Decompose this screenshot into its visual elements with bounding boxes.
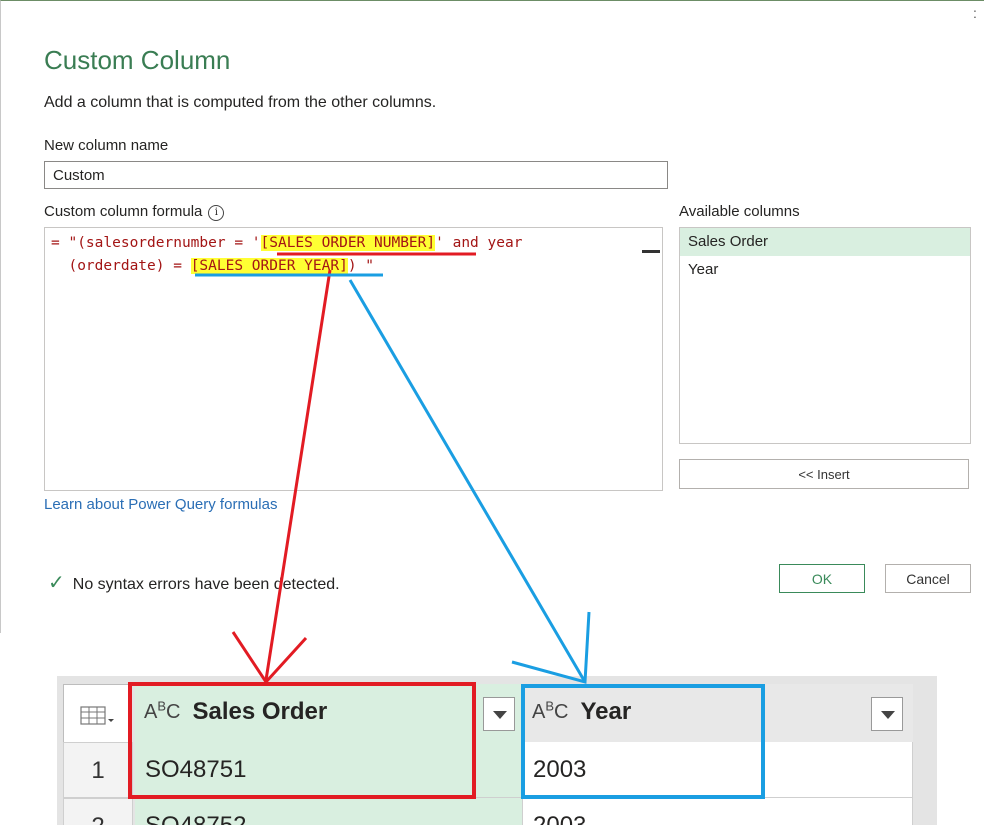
column-header-label: Sales Order — [192, 698, 328, 725]
available-columns-label: Available columns — [679, 203, 800, 220]
dialog-title: Custom Column — [44, 45, 231, 75]
available-column-sales-order[interactable]: Sales Order — [680, 228, 970, 256]
formula-line1-mid: ' and year — [435, 235, 523, 251]
cell-sales-order[interactable]: SO48752 — [135, 798, 523, 825]
formula-label-row: Custom column formula i — [44, 203, 225, 221]
check-icon: ✓ — [48, 572, 65, 594]
table-row[interactable]: 2 SO48752 2003 — [63, 798, 913, 825]
red-arrowhead — [231, 631, 308, 685]
status-text: No syntax errors have been detected. — [72, 576, 340, 593]
custom-column-dialog: : Custom Column Add a column that is com… — [0, 0, 984, 633]
column-header-sales-order[interactable]: ABC Sales Order — [135, 684, 523, 749]
cell-year[interactable]: 2003 — [523, 742, 913, 798]
editor-scrollbar[interactable] — [642, 250, 660, 253]
text-type-icon[interactable]: ABC — [144, 698, 180, 723]
table-menu-icon[interactable] — [63, 684, 132, 744]
filter-dropdown-icon[interactable] — [483, 697, 515, 731]
close-icon[interactable]: : — [973, 5, 977, 21]
ok-button[interactable]: OK — [779, 564, 865, 593]
formula-line2-prefix: (orderdate) = — [51, 258, 191, 274]
formula-text[interactable]: = "(salesordernumber = '[SALES ORDER NUM… — [51, 232, 522, 278]
formula-line2-suffix: ) " — [347, 258, 375, 274]
column-header-year[interactable]: ABC Year — [523, 684, 913, 749]
formula-line1-prefix: = "(salesordernumber = ' — [51, 235, 261, 251]
row-number[interactable]: 1 — [63, 742, 133, 798]
table-grid-icon — [80, 706, 114, 725]
available-column-year[interactable]: Year — [680, 256, 970, 284]
row-number[interactable]: 2 — [63, 798, 133, 825]
cancel-button[interactable]: Cancel — [885, 564, 971, 593]
info-icon[interactable]: i — [208, 205, 225, 221]
new-column-name-label: New column name — [44, 137, 169, 154]
available-columns-list[interactable]: Sales Order Year — [679, 227, 971, 444]
syntax-status: ✓ No syntax errors have been detected. — [48, 570, 340, 595]
new-column-name-input[interactable] — [44, 161, 668, 189]
dialog-subtitle: Add a column that is computed from the o… — [44, 94, 437, 111]
cell-sales-order[interactable]: SO48751 — [135, 742, 523, 798]
learn-power-query-link[interactable]: Learn about Power Query formulas — [44, 496, 277, 513]
formula-editor[interactable]: = "(salesordernumber = '[SALES ORDER NUM… — [44, 227, 663, 491]
formula-token-sales-order-year: [SALES ORDER YEAR] — [190, 258, 348, 274]
filter-dropdown-icon[interactable] — [871, 697, 903, 731]
table-row[interactable]: 1 SO48751 2003 — [63, 742, 913, 798]
text-type-icon[interactable]: ABC — [532, 698, 568, 723]
formula-label: Custom column formula — [44, 203, 203, 220]
column-header-label: Year — [580, 698, 632, 725]
insert-button[interactable]: << Insert — [679, 459, 969, 489]
data-preview-grid: ABC Sales Order ABC Year 1 SO48751 2003 2 … — [57, 676, 937, 825]
cell-year[interactable]: 2003 — [523, 798, 913, 825]
formula-token-sales-order-number: [SALES ORDER NUMBER] — [260, 235, 436, 251]
